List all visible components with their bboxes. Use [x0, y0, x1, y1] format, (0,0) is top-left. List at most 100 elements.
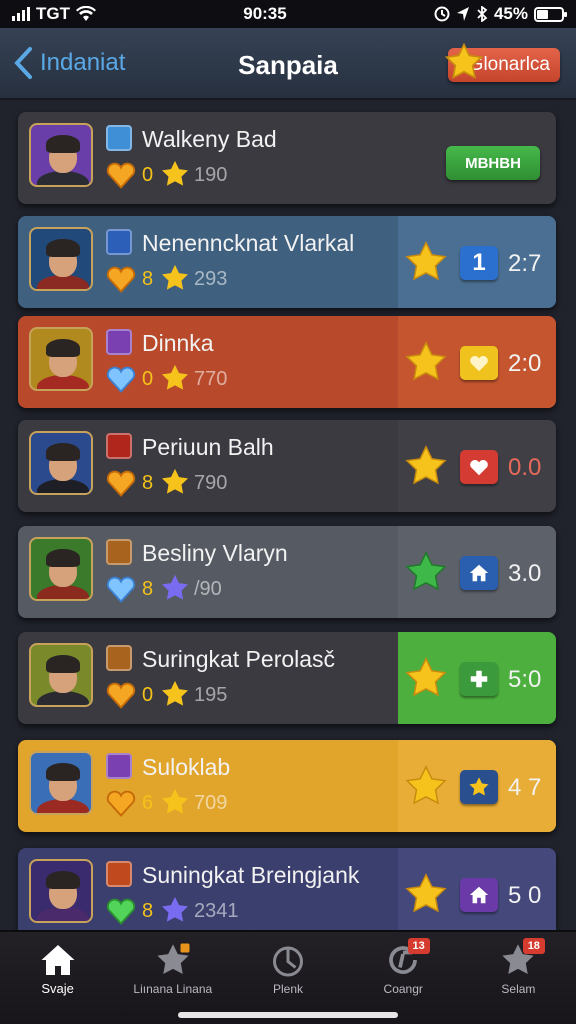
avatar-body: [37, 171, 89, 185]
list-item[interactable]: Suringkat Perolasč 0 195 5:0: [18, 632, 556, 724]
points-value: 195: [194, 684, 228, 706]
player-name: Besliny Vlaryn: [142, 540, 288, 566]
avatar-body: [37, 275, 89, 289]
rank-badge: [460, 878, 498, 912]
avatar-hair: [46, 339, 80, 357]
rank-badge: 1: [460, 246, 498, 280]
avatar: [29, 123, 93, 187]
avatar-body: [37, 691, 89, 705]
list-item[interactable]: Nenenncknat Vlarkal 8 293 1 2:7: [18, 216, 556, 308]
avatar: [29, 537, 93, 601]
star-icon: [162, 264, 188, 290]
player-name: Walkeny Bad: [142, 126, 277, 152]
points-value: /90: [194, 578, 222, 600]
back-label: Indaniat: [40, 49, 126, 76]
list-item[interactable]: Periuun Balh 8 790 0.0: [18, 420, 556, 512]
bluetooth-icon: [477, 6, 488, 22]
list-item[interactable]: Suloklab 6 709 4 7: [18, 740, 556, 832]
level-value: 6: [142, 792, 154, 814]
tag-icon: [106, 539, 132, 565]
alarm-icon: [434, 6, 450, 22]
avatar-body: [37, 479, 89, 493]
rank-badge: [460, 662, 498, 696]
star-icon: [162, 680, 188, 706]
avatar: [29, 859, 93, 923]
nav-item-plenk[interactable]: Plenk: [230, 932, 345, 1024]
tag-icon: [106, 861, 132, 887]
nav-item-coangr[interactable]: 13 Coangr: [346, 932, 461, 1024]
avatar: [29, 327, 93, 391]
star-icon: [405, 341, 447, 381]
bottom-nav: Svaje Liınana Linana Plenk 13 Coangr 18 Selam: [0, 930, 576, 1024]
avatar-hair: [46, 239, 80, 257]
star-icon: [162, 788, 188, 814]
avatar-hair: [46, 871, 80, 889]
rank-badge-label: 1: [472, 249, 486, 276]
level-value: 0: [142, 164, 154, 186]
star-icon: [405, 657, 447, 697]
avatar-body: [37, 375, 89, 389]
green-heart-icon: [106, 898, 136, 925]
house-icon: [469, 564, 489, 582]
location-icon: [456, 7, 469, 21]
list-item[interactable]: Suningkat Breingjank 8 2341 5 0: [18, 848, 556, 930]
player-name: Suringkat Perolasč: [142, 646, 336, 672]
star-icon: [162, 896, 188, 922]
player-name: Suningkat Breingjank: [142, 862, 360, 888]
avatar: [29, 227, 93, 291]
back-button[interactable]: Indaniat: [12, 46, 125, 80]
gold-heart-icon: [106, 470, 136, 497]
gold-heart-icon: [106, 266, 136, 293]
level-value: 0: [142, 684, 154, 706]
score-value: 2:7: [508, 250, 542, 277]
heart-icon: [470, 459, 488, 476]
nav-label: Plenk: [272, 982, 304, 996]
star-icon: [469, 777, 489, 796]
level-value: 8: [142, 578, 154, 600]
list-item[interactable]: Dinnka 0 770 2:0: [18, 316, 556, 408]
home-indicator[interactable]: [178, 1012, 398, 1018]
player-name: Suloklab: [142, 754, 231, 780]
timer-icon: [273, 946, 303, 977]
notification-badge: 18: [522, 938, 545, 954]
battery-percent: 45%: [493, 4, 528, 23]
nav-item-liınana[interactable]: Liınana Linana: [115, 932, 230, 1024]
nav-item-svaje[interactable]: Svaje: [0, 932, 115, 1024]
score-value: 3.0: [508, 560, 542, 587]
rank-badge: [460, 556, 498, 590]
list-item[interactable]: Walkeny Bad 0 190 MBHBH: [18, 112, 556, 204]
notification-badge: 13: [407, 938, 430, 954]
player-name: Periuun Balh: [142, 434, 274, 460]
score-value: 5 0: [508, 882, 542, 909]
leaderboard-list[interactable]: Walkeny Bad 0 190 MBHBH Nenenncknat Vlarkal 8…: [0, 100, 576, 930]
avatar: [29, 751, 93, 815]
level-value: 0: [142, 368, 154, 390]
list-item[interactable]: Besliny Vlaryn 8/90 3.0: [18, 526, 556, 618]
row-action-button[interactable]: MBHBH: [446, 146, 540, 180]
gold-heart-icon: [106, 790, 136, 817]
nav-item-selam[interactable]: 18 Selam: [461, 932, 576, 1024]
avatar: [29, 431, 93, 495]
gold-heart-icon: [106, 682, 136, 709]
score-value: 2:0: [508, 350, 542, 377]
star-icon: [405, 873, 447, 913]
header: Indaniat Sanpaia Glonarlca: [0, 28, 576, 100]
nav-label: Selam: [501, 982, 536, 996]
points-value: 293: [194, 268, 228, 290]
rank-badge: [460, 770, 498, 804]
star-icon: [162, 468, 188, 494]
score-value: 0.0: [508, 454, 542, 481]
nav-label: Liınana Linana: [133, 982, 213, 996]
avatar-hair: [46, 655, 80, 673]
rank-badge: [460, 450, 498, 484]
gold-heart-icon: [106, 162, 136, 189]
tag-icon: [106, 229, 132, 255]
tag-icon: [106, 125, 132, 151]
nav-label: Coangr: [383, 982, 423, 996]
avatar-hair: [46, 763, 80, 781]
green-star-icon: [405, 551, 447, 591]
signal-icon: [12, 7, 30, 21]
star-icon: [405, 765, 447, 805]
star-icon: [162, 160, 188, 186]
points-value: 2341: [194, 900, 239, 922]
